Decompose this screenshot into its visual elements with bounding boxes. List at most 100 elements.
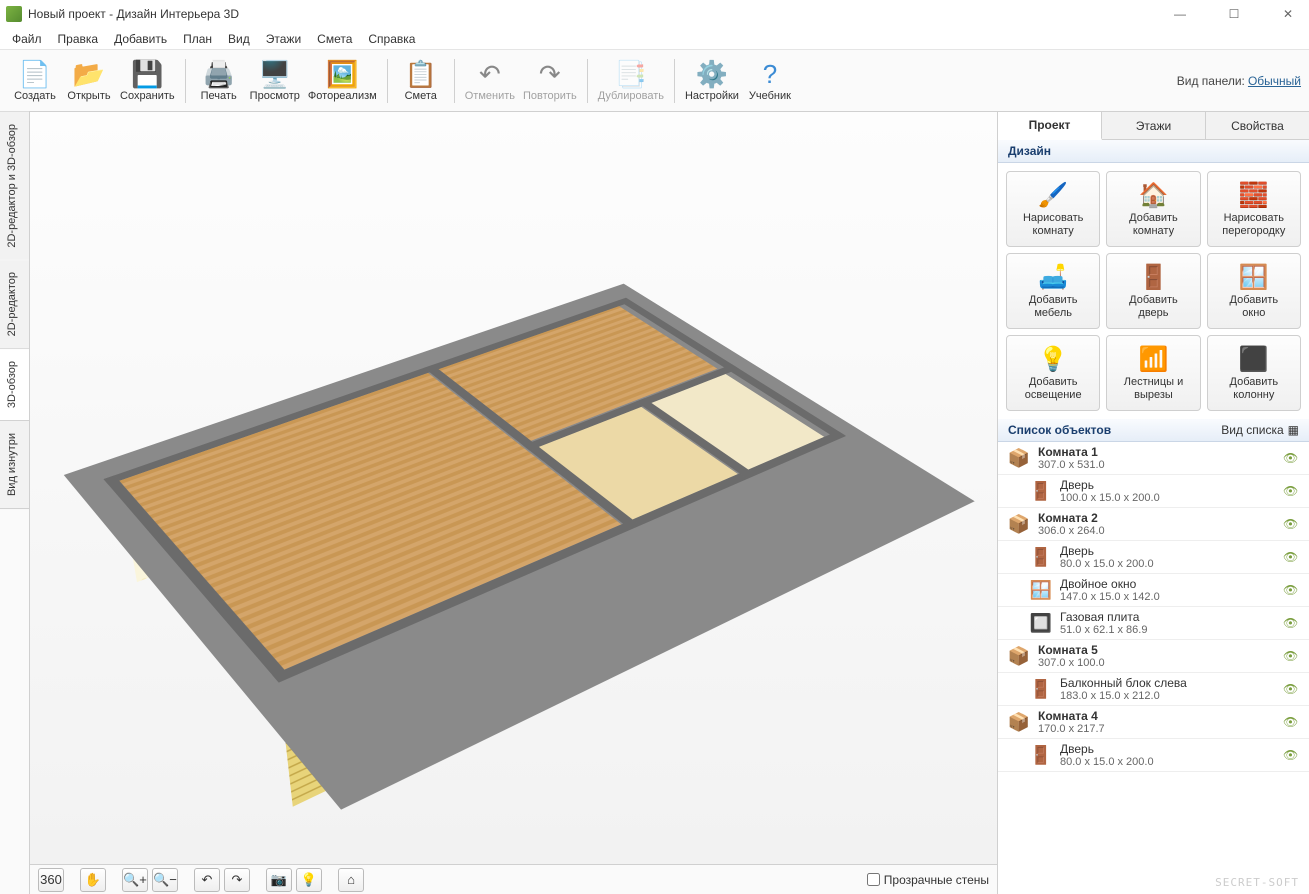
design-add-door[interactable]: 🚪Добавить дверь	[1106, 253, 1200, 329]
transparent-walls-checkbox[interactable]: Прозрачные стены	[867, 873, 989, 887]
visibility-toggle[interactable]: 👁	[1283, 451, 1301, 465]
panel-type-link[interactable]: Обычный	[1248, 74, 1301, 88]
design-header: Дизайн	[998, 140, 1309, 163]
list-view-toggle[interactable]: Вид списка ▦	[1221, 423, 1299, 437]
print-icon: 🖨️	[204, 59, 234, 89]
tool-undo: ↶Отменить	[461, 53, 519, 109]
design-add-window[interactable]: 🪟Добавить окно	[1207, 253, 1301, 329]
estimate-icon: 📋	[406, 59, 436, 89]
rtab-0[interactable]: Проект	[998, 112, 1102, 140]
minimize-button[interactable]: —	[1165, 7, 1195, 21]
canvas-3d[interactable]	[30, 112, 997, 864]
design-draw-partition[interactable]: 🧱Нарисовать перегородку	[1207, 171, 1301, 247]
viewport: 360 ✋ 🔍+🔍− ↶↷ 📷💡 ⌂ Прозрачные стены	[30, 112, 997, 894]
add-column-icon: ⬛	[1239, 344, 1269, 374]
view-btn-1[interactable]: ✋	[80, 868, 106, 892]
titlebar: Новый проект - Дизайн Интерьера 3D — ☐ ✕	[0, 0, 1309, 28]
rtab-2[interactable]: Свойства	[1206, 112, 1309, 139]
create-icon: 📄	[20, 59, 50, 89]
object-icon: 📦	[1006, 511, 1032, 537]
menu-2[interactable]: Добавить	[106, 30, 175, 48]
menu-7[interactable]: Справка	[360, 30, 423, 48]
object-item-0[interactable]: 📦Комната 1307.0 x 531.0👁	[998, 442, 1309, 475]
redo-icon: ↷	[535, 59, 565, 89]
add-light-icon: 💡	[1038, 344, 1068, 374]
visibility-toggle[interactable]: 👁	[1283, 649, 1301, 663]
visibility-toggle[interactable]: 👁	[1283, 682, 1301, 696]
view-btn-6[interactable]: 📷	[266, 868, 292, 892]
design-add-room[interactable]: 🏠Добавить комнату	[1106, 171, 1200, 247]
add-furniture-icon: 🛋️	[1038, 262, 1068, 292]
tool-photoreal[interactable]: 🖼️Фотореализм	[304, 53, 381, 109]
maximize-button[interactable]: ☐	[1219, 7, 1249, 21]
design-add-furniture[interactable]: 🛋️Добавить мебель	[1006, 253, 1100, 329]
object-icon: 🚪	[1028, 478, 1054, 504]
visibility-toggle[interactable]: 👁	[1283, 484, 1301, 498]
preview-icon: 🖥️	[260, 59, 290, 89]
object-item-5[interactable]: 🔲Газовая плита51.0 x 62.1 x 86.9👁	[998, 607, 1309, 640]
view-btn-5[interactable]: ↷	[224, 868, 250, 892]
object-item-9[interactable]: 🚪Дверь80.0 x 15.0 x 200.0👁	[998, 739, 1309, 772]
undo-icon: ↶	[475, 59, 505, 89]
tool-open[interactable]: 📂Открыть	[62, 53, 116, 109]
vtab-view3d[interactable]: 3D-обзор	[0, 349, 29, 421]
visibility-toggle[interactable]: 👁	[1283, 550, 1301, 564]
tool-estimate[interactable]: 📋Смета	[394, 53, 448, 109]
view-btn-3[interactable]: 🔍−	[152, 868, 178, 892]
draw-room-icon: 🖌️	[1038, 180, 1068, 210]
tool-save[interactable]: 💾Сохранить	[116, 53, 179, 109]
object-item-7[interactable]: 🚪Балконный блок слева183.0 x 15.0 x 212.…	[998, 673, 1309, 706]
visibility-toggle[interactable]: 👁	[1283, 616, 1301, 630]
design-draw-room[interactable]: 🖌️Нарисовать комнату	[1006, 171, 1100, 247]
menu-0[interactable]: Файл	[4, 30, 50, 48]
save-icon: 💾	[132, 59, 162, 89]
view-btn-7[interactable]: 💡	[296, 868, 322, 892]
visibility-toggle[interactable]: 👁	[1283, 583, 1301, 597]
object-item-8[interactable]: 📦Комната 4170.0 x 217.7👁	[998, 706, 1309, 739]
bottom-toolbar: 360 ✋ 🔍+🔍− ↶↷ 📷💡 ⌂ Прозрачные стены	[30, 864, 997, 894]
menu-6[interactable]: Смета	[309, 30, 360, 48]
design-stairs[interactable]: 📶Лестницы и вырезы	[1106, 335, 1200, 411]
object-icon: 🚪	[1028, 544, 1054, 570]
tool-redo: ↷Повторить	[519, 53, 581, 109]
object-icon: 🔲	[1028, 610, 1054, 636]
object-item-2[interactable]: 📦Комната 2306.0 x 264.0👁	[998, 508, 1309, 541]
panel-type-label: Вид панели: Обычный	[1177, 74, 1301, 88]
menubar: ФайлПравкаДобавитьПланВидЭтажиСметаСправ…	[0, 28, 1309, 50]
view-btn-4[interactable]: ↶	[194, 868, 220, 892]
menu-1[interactable]: Правка	[50, 30, 107, 48]
close-button[interactable]: ✕	[1273, 7, 1303, 21]
tool-create[interactable]: 📄Создать	[8, 53, 62, 109]
window-title: Новый проект - Дизайн Интерьера 3D	[28, 7, 239, 21]
tool-print[interactable]: 🖨️Печать	[192, 53, 246, 109]
add-window-icon: 🪟	[1239, 262, 1269, 292]
vtab-edit2d[interactable]: 2D-редактор	[0, 260, 29, 349]
tool-settings[interactable]: ⚙️Настройки	[681, 53, 743, 109]
vtab-inside[interactable]: Вид изнутри	[0, 421, 29, 509]
rtab-1[interactable]: Этажи	[1102, 112, 1206, 139]
menu-4[interactable]: Вид	[220, 30, 258, 48]
visibility-toggle[interactable]: 👁	[1283, 715, 1301, 729]
object-item-3[interactable]: 🚪Дверь80.0 x 15.0 x 200.0👁	[998, 541, 1309, 574]
design-add-light[interactable]: 💡Добавить освещение	[1006, 335, 1100, 411]
object-item-6[interactable]: 📦Комната 5307.0 x 100.0👁	[998, 640, 1309, 673]
visibility-toggle[interactable]: 👁	[1283, 748, 1301, 762]
view-btn-0[interactable]: 360	[38, 868, 64, 892]
tool-tutorial[interactable]: ?Учебник	[743, 53, 797, 109]
object-list: 📦Комната 1307.0 x 531.0👁🚪Дверь100.0 x 15…	[998, 442, 1309, 894]
vtab-combo[interactable]: 2D-редактор и 3D-обзор	[0, 112, 29, 260]
object-item-4[interactable]: 🪟Двойное окно147.0 x 15.0 x 142.0👁	[998, 574, 1309, 607]
menu-5[interactable]: Этажи	[258, 30, 309, 48]
transparent-walls-input[interactable]	[867, 873, 880, 886]
design-add-column[interactable]: ⬛Добавить колонну	[1207, 335, 1301, 411]
tool-preview[interactable]: 🖥️Просмотр	[246, 53, 304, 109]
object-icon: 📦	[1006, 445, 1032, 471]
view-btn-8[interactable]: ⌂	[338, 868, 364, 892]
visibility-toggle[interactable]: 👁	[1283, 517, 1301, 531]
menu-3[interactable]: План	[175, 30, 220, 48]
tool-duplicate: 📑Дублировать	[594, 53, 668, 109]
view-btn-2[interactable]: 🔍+	[122, 868, 148, 892]
stairs-icon: 📶	[1138, 344, 1168, 374]
object-item-1[interactable]: 🚪Дверь100.0 x 15.0 x 200.0👁	[998, 475, 1309, 508]
open-icon: 📂	[74, 59, 104, 89]
